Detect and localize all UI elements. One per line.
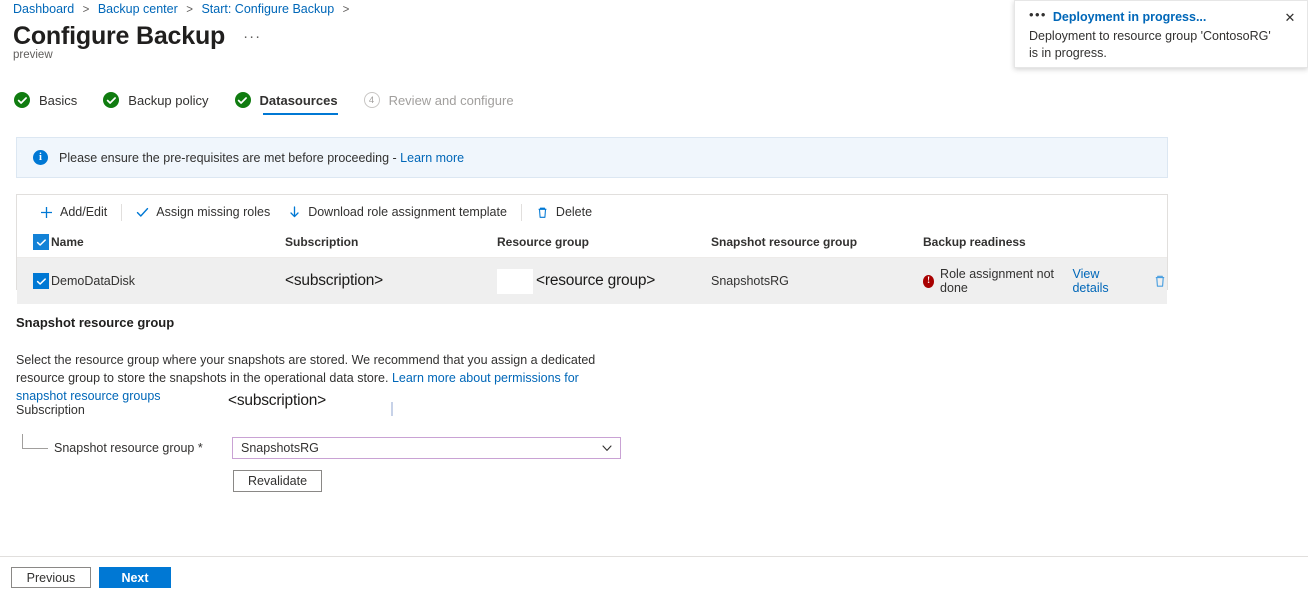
- snapshot-resource-group-dropdown[interactable]: SnapshotsRG: [232, 437, 621, 459]
- trash-icon: [538, 207, 547, 218]
- column-header-name[interactable]: Name: [51, 229, 285, 258]
- breadcrumb-item-backup-center[interactable]: Backup center: [98, 2, 178, 16]
- page-title-row: Configure Backup ···: [13, 22, 261, 51]
- column-header-resource-group[interactable]: Resource group: [497, 229, 711, 258]
- check-icon: [103, 92, 120, 108]
- command-separator: [520, 203, 522, 221]
- column-header-backup-readiness[interactable]: Backup readiness: [923, 229, 1167, 258]
- breadcrumb-separator: >: [82, 4, 90, 16]
- table-header: Name Subscription Resource group Snapsho…: [17, 229, 1167, 258]
- assign-missing-roles-label: Assign missing roles: [156, 205, 271, 219]
- column-header-snapshot-resource-group[interactable]: Snapshot resource group: [711, 229, 923, 258]
- resource-group-mask: [497, 268, 533, 294]
- chevron-down-icon: [602, 445, 612, 451]
- check-icon: [234, 92, 251, 108]
- cell-resource-group: <resource group>: [497, 257, 711, 304]
- revalidate-button[interactable]: Revalidate: [233, 470, 322, 492]
- more-options-button[interactable]: ···: [243, 28, 261, 45]
- command-separator: [121, 203, 123, 221]
- view-details-link[interactable]: View details: [1072, 267, 1129, 295]
- wizard-step-review-and-configure[interactable]: 4 Review and configure: [363, 92, 514, 115]
- configure-backup-page: Dashboard > Backup center > Start: Confi…: [0, 0, 1308, 595]
- wizard-step-label: Review and configure: [388, 92, 514, 108]
- close-icon[interactable]: ✕: [1282, 10, 1298, 26]
- datasources-table: Name Subscription Resource group Snapsho…: [17, 229, 1167, 304]
- tree-connector: [22, 434, 48, 449]
- wizard-steps: Basics Backup policy Datasources 4 Revie…: [14, 92, 540, 115]
- toast-title-link[interactable]: Deployment in progress...: [1053, 10, 1207, 24]
- cell-backup-readiness: ! Role assignment not done View details: [923, 257, 1167, 304]
- table-row[interactable]: DemoDataDisk <subscription> <resource gr…: [17, 257, 1167, 304]
- toast-dots-icon: •••: [1029, 7, 1047, 22]
- info-icon: i: [33, 150, 48, 165]
- breadcrumb-separator: >: [186, 4, 193, 16]
- trash-icon: [1155, 275, 1165, 287]
- breadcrumb: Dashboard > Backup center > Start: Confi…: [13, 1, 354, 18]
- breadcrumb-separator: >: [342, 4, 350, 16]
- row-select-cell: [17, 257, 51, 304]
- add-edit-button[interactable]: Add/Edit: [31, 199, 116, 225]
- download-role-assignment-template-button[interactable]: Download role assignment template: [279, 199, 516, 225]
- wizard-step-basics[interactable]: Basics: [14, 92, 77, 115]
- snapshot-resource-group-label: Snapshot resource group *: [54, 441, 203, 455]
- row-checkbox[interactable]: [33, 273, 49, 289]
- previous-button[interactable]: Previous: [11, 567, 91, 588]
- info-banner-text: Please ensure the pre-requisites are met…: [59, 151, 464, 165]
- breadcrumb-item-dashboard[interactable]: Dashboard: [13, 2, 74, 16]
- cell-name: DemoDataDisk: [51, 257, 285, 304]
- download-template-label: Download role assignment template: [308, 205, 507, 219]
- readiness-wrapper: ! Role assignment not done View details: [923, 267, 1167, 295]
- subscription-field-label: Subscription: [16, 403, 85, 417]
- cell-snapshot-resource-group: SnapshotsRG: [711, 257, 923, 304]
- snapshot-section-title: Snapshot resource group: [16, 315, 175, 330]
- preview-label: preview: [13, 49, 53, 61]
- row-delete-button[interactable]: [1153, 274, 1167, 288]
- subscription-redacted-value: <subscription>: [285, 272, 384, 289]
- checkmark-icon: [137, 207, 149, 217]
- info-banner-message: Please ensure the pre-requisites are met…: [59, 150, 401, 165]
- info-banner-learn-more-link[interactable]: Learn more: [400, 151, 464, 165]
- wizard-step-datasources[interactable]: Datasources: [234, 92, 338, 115]
- plus-icon: [41, 206, 52, 218]
- footer-divider: [0, 556, 1308, 557]
- datasources-grid-panel: Add/Edit Assign missing roles Download r…: [16, 194, 1168, 304]
- add-edit-label: Add/Edit: [60, 205, 108, 219]
- resource-group-redacted-value: <resource group>: [536, 271, 656, 289]
- table-header-row: Name Subscription Resource group Snapsho…: [17, 229, 1167, 258]
- toast-header: ••• Deployment in progress...: [1029, 7, 1297, 24]
- delete-button[interactable]: Delete: [527, 199, 601, 225]
- table-body: DemoDataDisk <subscription> <resource gr…: [17, 257, 1167, 304]
- grid-command-bar: Add/Edit Assign missing roles Download r…: [17, 195, 1167, 229]
- page-title: Configure Backup: [13, 22, 226, 50]
- wizard-step-label: Basics: [39, 92, 78, 108]
- wizard-step-label: Backup policy: [128, 92, 209, 108]
- readiness-status-text: Role assignment not done: [940, 267, 1054, 295]
- step-number-icon: 4: [363, 92, 380, 108]
- delete-label: Delete: [555, 205, 593, 219]
- breadcrumb-item-start-configure-backup[interactable]: Start: Configure Backup: [201, 2, 334, 16]
- deployment-toast: ••• Deployment in progress... ✕ Deployme…: [1014, 0, 1308, 68]
- text-caret-artifact: [391, 402, 393, 416]
- prerequisites-info-banner: i Please ensure the pre-requisites are m…: [16, 137, 1168, 178]
- next-button[interactable]: Next: [99, 567, 171, 588]
- toast-body-text: Deployment to resource group 'ContosoRG'…: [1029, 29, 1271, 60]
- select-all-header: [17, 229, 51, 258]
- dropdown-selected-value: SnapshotsRG: [241, 441, 319, 455]
- error-icon: !: [923, 274, 935, 288]
- subscription-field-value: <subscription>: [228, 392, 327, 409]
- column-header-subscription[interactable]: Subscription: [285, 229, 497, 258]
- wizard-step-label: Datasources: [259, 92, 338, 108]
- download-arrow-icon: [290, 205, 299, 217]
- select-all-checkbox[interactable]: [33, 234, 49, 250]
- assign-missing-roles-button[interactable]: Assign missing roles: [127, 199, 279, 225]
- wizard-step-backup-policy[interactable]: Backup policy: [103, 92, 209, 115]
- cell-subscription: <subscription>: [285, 257, 497, 304]
- check-icon: [14, 92, 30, 108]
